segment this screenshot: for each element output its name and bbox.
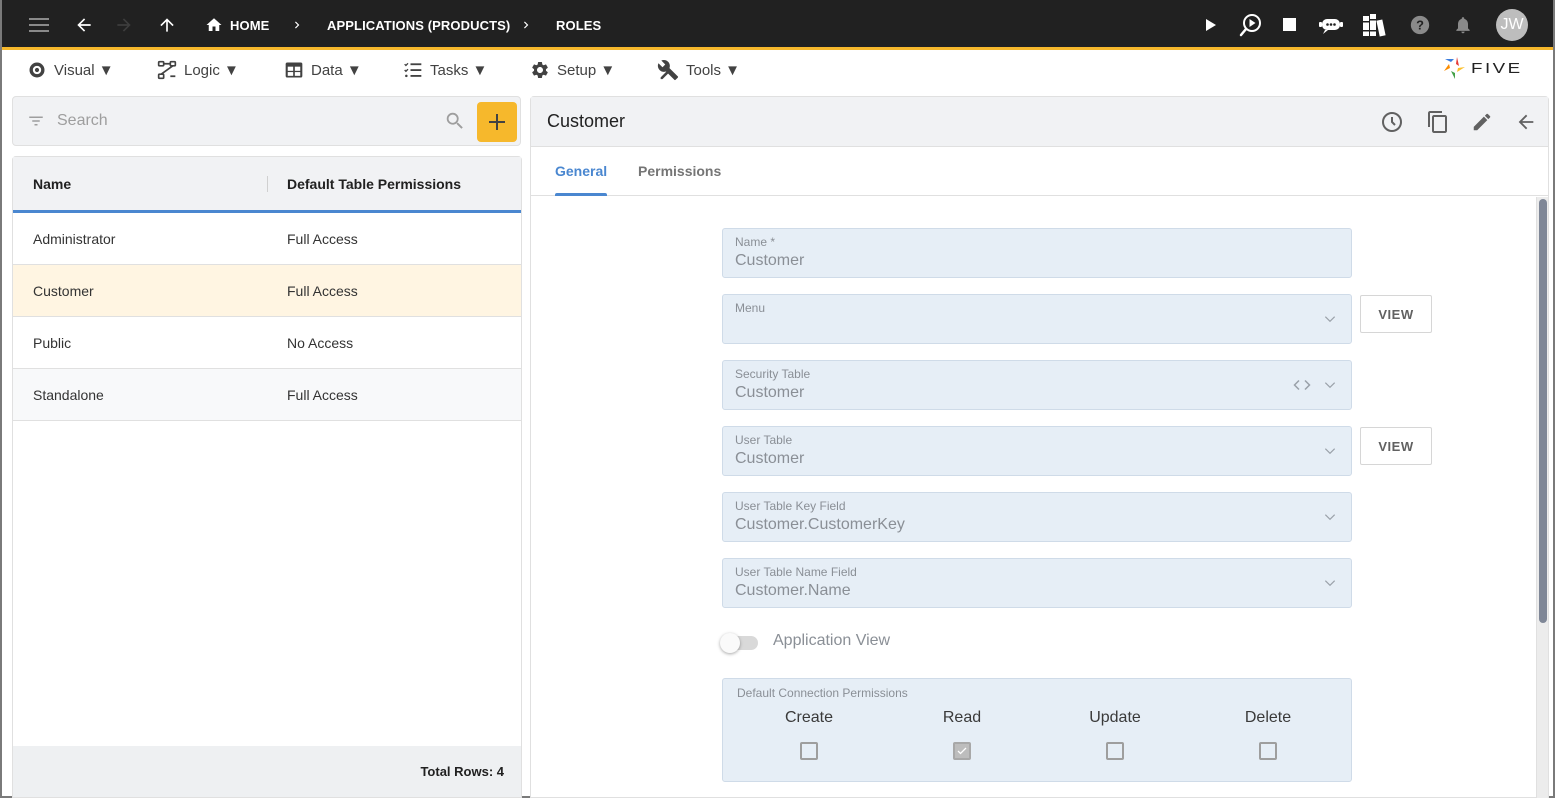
user-table-name-field-select[interactable]: User Table Name Field Customer.Name	[722, 558, 1352, 608]
list-row[interactable]: Standalone Full Access	[13, 369, 521, 421]
debug-run-icon[interactable]	[1237, 0, 1263, 50]
back-arrow-icon[interactable]	[74, 0, 94, 50]
menu-select[interactable]: Menu	[722, 294, 1352, 344]
chevron-down-icon	[1323, 510, 1337, 529]
user-table-key-field-select[interactable]: User Table Key Field Customer.CustomerKe…	[722, 492, 1352, 542]
permission-create: Create	[749, 709, 869, 760]
logic-flow-icon	[157, 60, 177, 80]
chevron-down-icon	[1323, 576, 1337, 595]
five-logo-icon	[1444, 57, 1465, 79]
run-icon[interactable]	[1202, 0, 1218, 50]
menu-tools[interactable]: Tools ▼	[657, 53, 740, 87]
application-view-label: Application View	[773, 632, 891, 649]
tab-general[interactable]: General	[555, 147, 608, 196]
svg-text:?: ?	[1416, 18, 1424, 33]
home-icon	[206, 18, 222, 31]
permission-read: Read	[902, 709, 1022, 760]
filter-icon[interactable]	[26, 112, 46, 135]
chevron-down-icon	[1323, 378, 1337, 397]
tab-permissions[interactable]: Permissions	[638, 147, 721, 195]
eye-icon	[29, 62, 45, 78]
chat-bot-icon[interactable]	[1319, 0, 1343, 50]
chevron-down-icon	[1323, 312, 1337, 331]
notifications-icon[interactable]	[1453, 0, 1473, 50]
detail-header: Customer	[531, 97, 1548, 147]
table-icon	[285, 62, 303, 78]
up-arrow-icon[interactable]	[157, 0, 177, 50]
history-icon[interactable]	[1379, 109, 1405, 135]
add-button[interactable]	[477, 102, 517, 142]
list-header: Name Default Table Permissions	[13, 157, 521, 213]
breadcrumb-applications[interactable]: APPLICATIONS (PRODUCTS)	[327, 0, 510, 50]
toggle-knob	[720, 633, 740, 653]
menu-setup[interactable]: Setup ▼	[530, 53, 615, 87]
menu-view-button[interactable]: VIEW	[1360, 295, 1432, 333]
detail-panel: Customer General Permissions Name * Cust…	[530, 96, 1549, 798]
code-icon[interactable]	[1293, 378, 1311, 397]
roles-list: Name Default Table Permissions Administr…	[12, 156, 522, 798]
chevron-right-icon	[290, 0, 304, 50]
create-checkbox[interactable]	[800, 742, 818, 760]
search-bar	[12, 96, 521, 146]
chevron-down-icon	[1323, 444, 1337, 463]
name-field[interactable]: Name * Customer	[722, 228, 1352, 278]
menu-bar: Visual ▼ Logic ▼ Data ▼ Tasks ▼ Setup ▼ …	[2, 53, 1553, 89]
list-row[interactable]: Administrator Full Access	[13, 213, 521, 265]
column-header-permissions[interactable]: Default Table Permissions	[287, 157, 461, 210]
copy-icon[interactable]	[1425, 109, 1451, 135]
chevron-right-icon	[519, 0, 533, 50]
security-table-select[interactable]: Security Table Customer	[722, 360, 1352, 410]
user-table-view-button[interactable]: VIEW	[1360, 427, 1432, 465]
read-checkbox[interactable]	[953, 742, 971, 760]
list-row-selected[interactable]: Customer Full Access	[13, 265, 521, 317]
library-icon[interactable]	[1362, 0, 1388, 50]
update-checkbox[interactable]	[1106, 742, 1124, 760]
detail-title: Customer	[547, 111, 626, 131]
tools-icon	[657, 60, 679, 81]
back-icon[interactable]	[1513, 109, 1539, 135]
application-view-toggle[interactable]	[720, 633, 758, 653]
edit-icon[interactable]	[1469, 109, 1495, 135]
menu-tasks[interactable]: Tasks ▼	[403, 53, 487, 87]
menu-icon[interactable]	[29, 0, 49, 50]
user-table-select[interactable]: User Table Customer	[722, 426, 1352, 476]
plus-icon	[489, 114, 505, 130]
breadcrumb-roles[interactable]: ROLES	[556, 0, 601, 50]
column-header-name[interactable]: Name	[33, 157, 71, 210]
five-logo: FIVE	[1443, 56, 1520, 80]
checklist-icon	[404, 62, 422, 78]
delete-checkbox[interactable]	[1259, 742, 1277, 760]
column-resize-handle[interactable]	[267, 176, 268, 192]
menu-logic[interactable]: Logic ▼	[157, 53, 239, 87]
list-footer: Total Rows: 4	[13, 746, 521, 797]
gear-icon	[532, 61, 548, 78]
search-icon[interactable]	[444, 110, 466, 137]
breadcrumb-home[interactable]: HOME	[205, 0, 269, 50]
help-icon[interactable]: ?	[1409, 0, 1431, 50]
total-rows: Total Rows: 4	[420, 764, 504, 779]
avatar[interactable]: JW	[1496, 9, 1528, 41]
permission-update: Update	[1055, 709, 1175, 760]
search-input[interactable]	[57, 109, 437, 133]
check-icon	[957, 747, 967, 755]
detail-tabs: General Permissions	[531, 147, 1548, 196]
app-bar: HOME APPLICATIONS (PRODUCTS) ROLES ? JW	[2, 0, 1553, 50]
scrollbar-thumb[interactable]	[1539, 199, 1547, 623]
stop-icon[interactable]	[1283, 0, 1297, 50]
menu-visual[interactable]: Visual ▼	[27, 53, 114, 87]
forward-arrow-icon[interactable]	[114, 0, 134, 50]
menu-data[interactable]: Data ▼	[284, 53, 362, 87]
detail-scrollbar[interactable]	[1536, 197, 1548, 798]
connection-permissions-group: Default Connection Permissions Create Re…	[722, 678, 1352, 782]
permission-delete: Delete	[1208, 709, 1328, 760]
list-row[interactable]: Public No Access	[13, 317, 521, 369]
